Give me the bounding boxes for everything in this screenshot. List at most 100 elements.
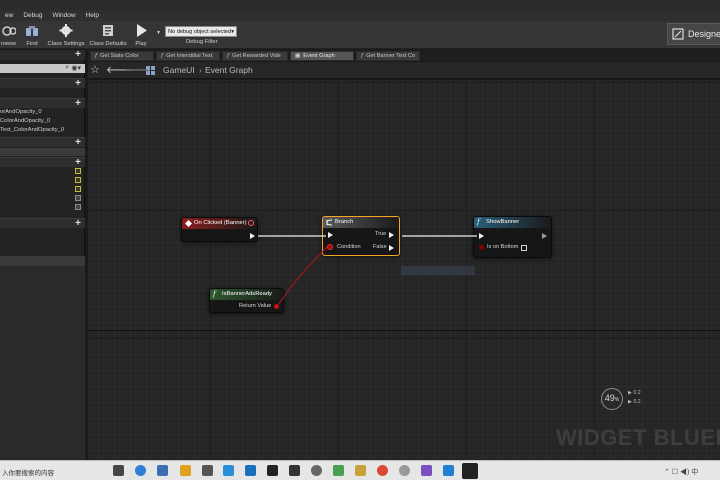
section-macros[interactable]: + [0, 137, 85, 148]
return-value-label: Return Value [239, 303, 272, 309]
explorer-icon[interactable] [157, 465, 168, 476]
menu-help[interactable]: Help [81, 12, 104, 19]
view-options-icon[interactable]: ◉▾ [71, 64, 81, 72]
vscode-icon[interactable] [443, 465, 454, 476]
list-item[interactable]: orAndOpacity_0 [0, 109, 85, 115]
exec-output-pin[interactable] [250, 233, 255, 239]
unreal-engine-icon[interactable] [462, 463, 478, 479]
play-icon [137, 24, 147, 37]
graph-tabs: f Get State Color f Get Interstitial Text … [88, 50, 720, 61]
taskbar-search-box[interactable]: 入你要搜索的内容 [2, 467, 54, 477]
on-clicked-banner-node[interactable]: On Clicked (Banner) [181, 217, 258, 242]
show-banner-node[interactable]: f ShowBanner Is on Bottom [473, 216, 552, 258]
event-icon [185, 220, 192, 227]
app-icon[interactable] [289, 465, 300, 476]
browse-button[interactable]: rowse [0, 23, 17, 47]
designer-label: Designe [688, 29, 720, 39]
tab-get-rewarded-video[interactable]: f Get Rewarded Vide [222, 51, 288, 61]
list-item[interactable]: ColorAndOpacity_0 [0, 118, 85, 124]
variable-icon[interactable] [75, 177, 81, 183]
add-icon[interactable]: + [75, 78, 81, 89]
star-icon[interactable]: ☆ [90, 63, 100, 76]
terminal-icon[interactable] [267, 465, 278, 476]
app-icon[interactable] [245, 465, 256, 476]
store-icon[interactable] [180, 465, 191, 476]
true-output-pin[interactable] [389, 232, 394, 238]
system-tray[interactable]: ⌃ ☐ ◀) 中 [664, 467, 698, 477]
widget-blueprint-watermark: WIDGET BLUEP [556, 425, 720, 450]
tab-get-state-color[interactable]: f Get State Color [90, 51, 154, 61]
function-icon: f [213, 290, 216, 298]
variable-icon[interactable] [75, 168, 81, 174]
find-button[interactable]: Find [22, 23, 42, 47]
app-icon[interactable] [333, 465, 344, 476]
exec-output-pin[interactable] [542, 233, 547, 239]
condition-pin-label: Condition [337, 244, 361, 250]
tab-event-graph[interactable]: ▦ Event Graph [290, 51, 354, 61]
menu-bar: ew Debug Window Help [0, 10, 720, 21]
app-icon[interactable] [355, 465, 366, 476]
add-icon[interactable]: + [75, 98, 81, 109]
node-title: On Clicked (Banner) [182, 218, 257, 229]
search-input[interactable]: ⌕ ◉▾ [0, 64, 85, 73]
menu-window[interactable]: Window [47, 12, 80, 19]
delegate-pin[interactable] [248, 220, 254, 226]
debug-object-select[interactable]: No debug object selected ▾ [165, 26, 237, 37]
class-defaults-button[interactable]: Class Defaults [88, 23, 128, 47]
section-functions[interactable]: + [0, 98, 85, 109]
my-blueprint-panel: + ⌕ ◉▾ + + orAndOpacity_0 ColorAndOpacit… [0, 49, 85, 460]
edge-icon[interactable] [135, 465, 146, 476]
zoom-info-value: 0.2 [633, 399, 641, 405]
play-dropdown-arrow-icon[interactable]: ▾ [157, 29, 160, 36]
mail-icon[interactable] [202, 465, 213, 476]
is-on-bottom-pin[interactable] [479, 245, 484, 250]
app-icon[interactable] [399, 465, 410, 476]
exec-input-pin[interactable] [328, 232, 333, 238]
variable-icon[interactable] [75, 204, 81, 210]
breadcrumb-root[interactable]: GameUI [163, 65, 195, 75]
graph-canvas[interactable]: On Clicked (Banner) Branch True Conditio… [88, 80, 720, 460]
details-header [0, 256, 85, 266]
task-view-icon[interactable] [113, 465, 124, 476]
defaults-icon [103, 25, 113, 36]
browse-label: rowse [0, 41, 17, 47]
chrome-icon[interactable] [377, 465, 388, 476]
node-title-text: On Clicked (Banner) [194, 220, 247, 226]
is-banner-ads-ready-node[interactable]: f IsBannerAdsReady Return Value [209, 288, 284, 313]
menu-debug[interactable]: Debug [18, 12, 47, 19]
section-graphs[interactable]: + [0, 78, 85, 89]
list-item[interactable]: Text_ColorAndOpacity_0 [0, 127, 85, 133]
class-settings-button[interactable]: Class Settings [47, 23, 85, 47]
section-event-dispatchers[interactable]: + [0, 218, 85, 229]
tab-get-interstitial-text[interactable]: f Get Interstitial Text [156, 51, 220, 61]
menu-view[interactable]: ew [0, 12, 18, 19]
return-value-pin[interactable] [274, 304, 279, 309]
branch-node[interactable]: Branch True Condition False [322, 216, 400, 256]
variable-icon[interactable] [75, 195, 81, 201]
variable-icon[interactable] [75, 186, 81, 192]
node-title: f IsBannerAdsReady [210, 289, 283, 300]
main-toolbar: rowse Find Class Settings Class Defaults… [0, 21, 720, 49]
tab-get-banner-text-color[interactable]: f Get Banner Text Co [356, 51, 420, 61]
designer-button[interactable]: Designe [667, 23, 720, 45]
exec-input-pin[interactable] [479, 233, 484, 239]
function-icon: f [477, 218, 480, 226]
tab-label: Event Graph [303, 53, 335, 59]
condition-pin[interactable] [327, 244, 333, 250]
add-icon[interactable]: + [75, 157, 81, 168]
section-variables[interactable]: + [0, 157, 85, 168]
zoom-indicator: 49% [601, 388, 623, 410]
binoculars-icon [26, 26, 38, 36]
visual-studio-icon[interactable] [421, 465, 432, 476]
false-output-pin[interactable] [389, 245, 394, 251]
play-button[interactable]: Play [131, 23, 151, 47]
breadcrumb-separator: › [199, 65, 202, 75]
add-icon[interactable]: + [75, 137, 81, 148]
branch-icon [326, 219, 333, 226]
settings-icon[interactable] [311, 465, 322, 476]
windows-taskbar: 入你要搜索的内容 ⌃ ☐ ◀) 中 [0, 460, 720, 480]
add-icon[interactable]: + [75, 218, 81, 229]
app-icon[interactable] [223, 465, 234, 476]
add-icon[interactable]: + [75, 49, 81, 60]
is-on-bottom-checkbox[interactable] [521, 245, 527, 251]
